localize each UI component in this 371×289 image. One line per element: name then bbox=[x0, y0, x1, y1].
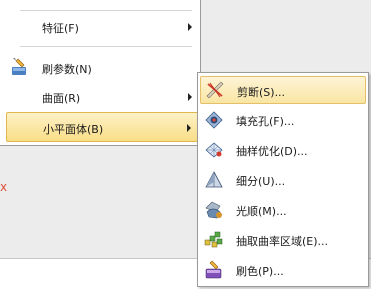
menu-separator bbox=[20, 46, 192, 47]
menu-item-features-label: 特征(F) bbox=[42, 22, 79, 35]
submenu-item-sampling-optimize[interactable]: 抽样优化(D)... bbox=[200, 136, 366, 164]
background-x-mark: x bbox=[0, 180, 8, 194]
fill-hole-icon bbox=[205, 111, 223, 129]
submenu-item-sampling-optimize-label: 抽样优化(D)... bbox=[236, 145, 308, 158]
submenu-item-extract-curvature-region-label: 抽取曲率区域(E)... bbox=[236, 235, 329, 248]
submenu-item-subdivide[interactable]: 细分(U)... bbox=[200, 166, 366, 194]
menu-item-brush-params-label: 刷参数(N) bbox=[42, 63, 92, 76]
facet-body-submenu: 剪断(S)... 填充孔(F)... 抽样优化(D)... 细分(U)... 光… bbox=[197, 72, 369, 287]
cut-icon bbox=[206, 81, 224, 99]
submenu-item-brush-color[interactable]: 刷色(P)... bbox=[200, 256, 366, 284]
menu-separator bbox=[20, 10, 192, 11]
submenu-item-smooth-label: 光顺(M)... bbox=[236, 205, 287, 218]
brush-color-icon bbox=[205, 260, 222, 279]
menu-item-facet-body-label: 小平面体(B) bbox=[43, 123, 104, 136]
menu-item-surface[interactable]: 曲面(R) bbox=[4, 86, 198, 108]
subdivide-icon bbox=[205, 171, 223, 188]
menu-item-brush-params[interactable]: 刷参数(N) bbox=[4, 56, 198, 80]
extract-curvature-region-icon bbox=[204, 231, 223, 248]
submenu-item-cut[interactable]: 剪断(S)... bbox=[200, 76, 366, 104]
submenu-item-cut-label: 剪断(S)... bbox=[237, 86, 286, 99]
submenu-arrow-icon bbox=[188, 23, 192, 31]
submenu-item-brush-color-label: 刷色(P)... bbox=[236, 265, 284, 278]
submenu-item-extract-curvature-region[interactable]: 抽取曲率区域(E)... bbox=[200, 226, 366, 254]
submenu-arrow-icon bbox=[188, 93, 192, 101]
menu-item-surface-label: 曲面(R) bbox=[42, 92, 81, 105]
main-context-menu: 特征(F) 刷参数(N) 曲面(R) 小平面体(B) bbox=[0, 0, 201, 146]
menu-item-features[interactable]: 特征(F) bbox=[4, 16, 198, 38]
smooth-icon bbox=[205, 201, 222, 219]
submenu-arrow-icon bbox=[187, 124, 191, 132]
brush-params-icon bbox=[12, 58, 26, 75]
menu-item-facet-body[interactable]: 小平面体(B) bbox=[6, 112, 200, 142]
submenu-item-fill-hole-label: 填充孔(F)... bbox=[236, 115, 295, 128]
submenu-item-smooth[interactable]: 光顺(M)... bbox=[200, 196, 366, 224]
submenu-item-subdivide-label: 细分(U)... bbox=[236, 175, 286, 188]
sampling-optimize-icon bbox=[205, 142, 223, 158]
submenu-item-fill-hole[interactable]: 填充孔(F)... bbox=[200, 106, 366, 134]
